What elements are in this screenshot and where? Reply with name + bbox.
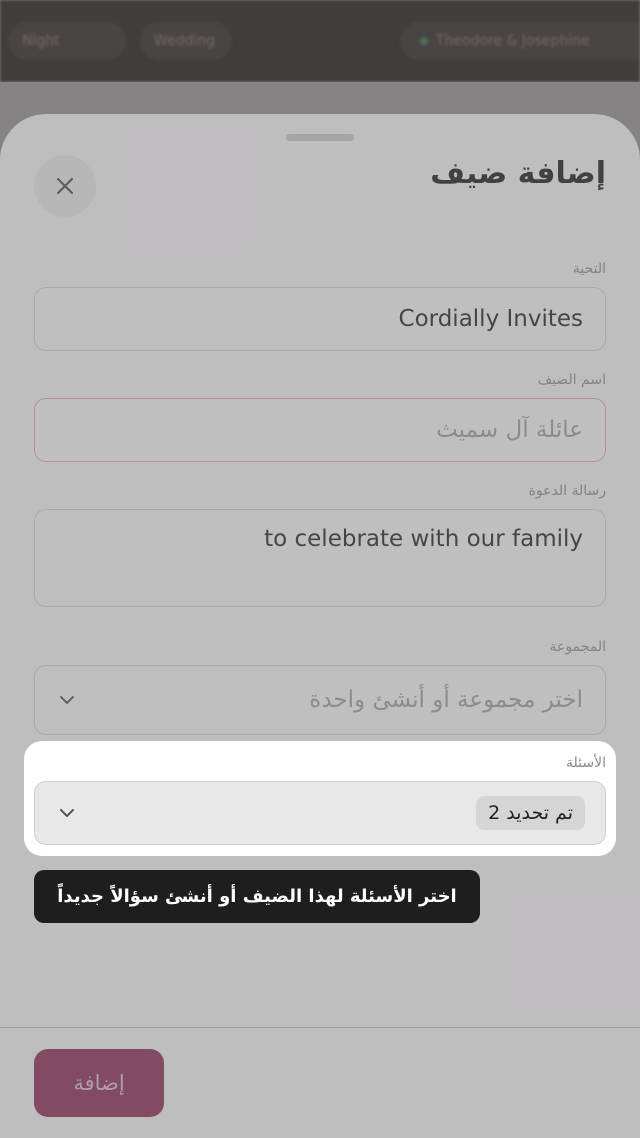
close-icon	[56, 177, 74, 195]
chevron-down-icon	[57, 690, 77, 710]
guest-name-placeholder: عائلة آل سميث	[436, 417, 583, 443]
background-chip: Wedding	[140, 22, 232, 60]
greeting-label: التحية	[572, 261, 606, 277]
questions-selected-badge: تم تحديد 2	[476, 796, 585, 830]
sheet-drag-handle[interactable]	[286, 134, 354, 141]
group-placeholder: اختر مجموعة أو أنشئ واحدة	[309, 687, 583, 713]
background-chip: Night	[8, 22, 126, 60]
invite-message-textarea[interactable]: to celebrate with our family	[34, 509, 606, 607]
close-button[interactable]	[34, 155, 96, 217]
background-event-label: Theodore & Josephine	[436, 33, 590, 49]
guest-name-label: اسم الضيف	[537, 372, 606, 388]
status-dot-icon	[420, 37, 428, 45]
add-guest-button[interactable]: إضافة	[34, 1049, 164, 1117]
tooltip-text: اختر الأسئلة لهذا الضيف أو أنشئ سؤالاً ج…	[57, 886, 457, 907]
guest-name-input[interactable]: عائلة آل سميث	[34, 398, 606, 462]
group-label: المجموعة	[549, 639, 606, 655]
onboarding-tooltip[interactable]: اختر الأسئلة لهذا الضيف أو أنشئ سؤالاً ج…	[34, 870, 480, 923]
invite-message-value: to celebrate with our family	[264, 526, 583, 552]
questions-spotlight: الأسئلة تم تحديد 2	[24, 741, 616, 856]
questions-select[interactable]: تم تحديد 2	[34, 781, 606, 845]
invite-message-label: رسالة الدعوة	[528, 483, 606, 499]
chevron-down-icon	[57, 803, 77, 823]
group-select[interactable]: اختر مجموعة أو أنشئ واحدة	[34, 665, 606, 735]
add-guest-button-label: إضافة	[73, 1071, 125, 1095]
background-chip-label: Night	[22, 33, 60, 49]
background-header: Night Wedding Theodore & Josephine	[0, 0, 640, 82]
add-guest-sheet: إضافة ضيف التحية Cordially Invites اسم ا…	[0, 114, 640, 1138]
background-chip-label: Wedding	[154, 33, 216, 49]
greeting-value: Cordially Invites	[398, 306, 583, 332]
footer-divider	[0, 1027, 640, 1028]
greeting-input[interactable]: Cordially Invites	[34, 287, 606, 351]
sheet-title: إضافة ضيف	[430, 156, 606, 191]
questions-label: الأسئلة	[566, 755, 606, 771]
background-event-chip: Theodore & Josephine	[400, 22, 640, 60]
